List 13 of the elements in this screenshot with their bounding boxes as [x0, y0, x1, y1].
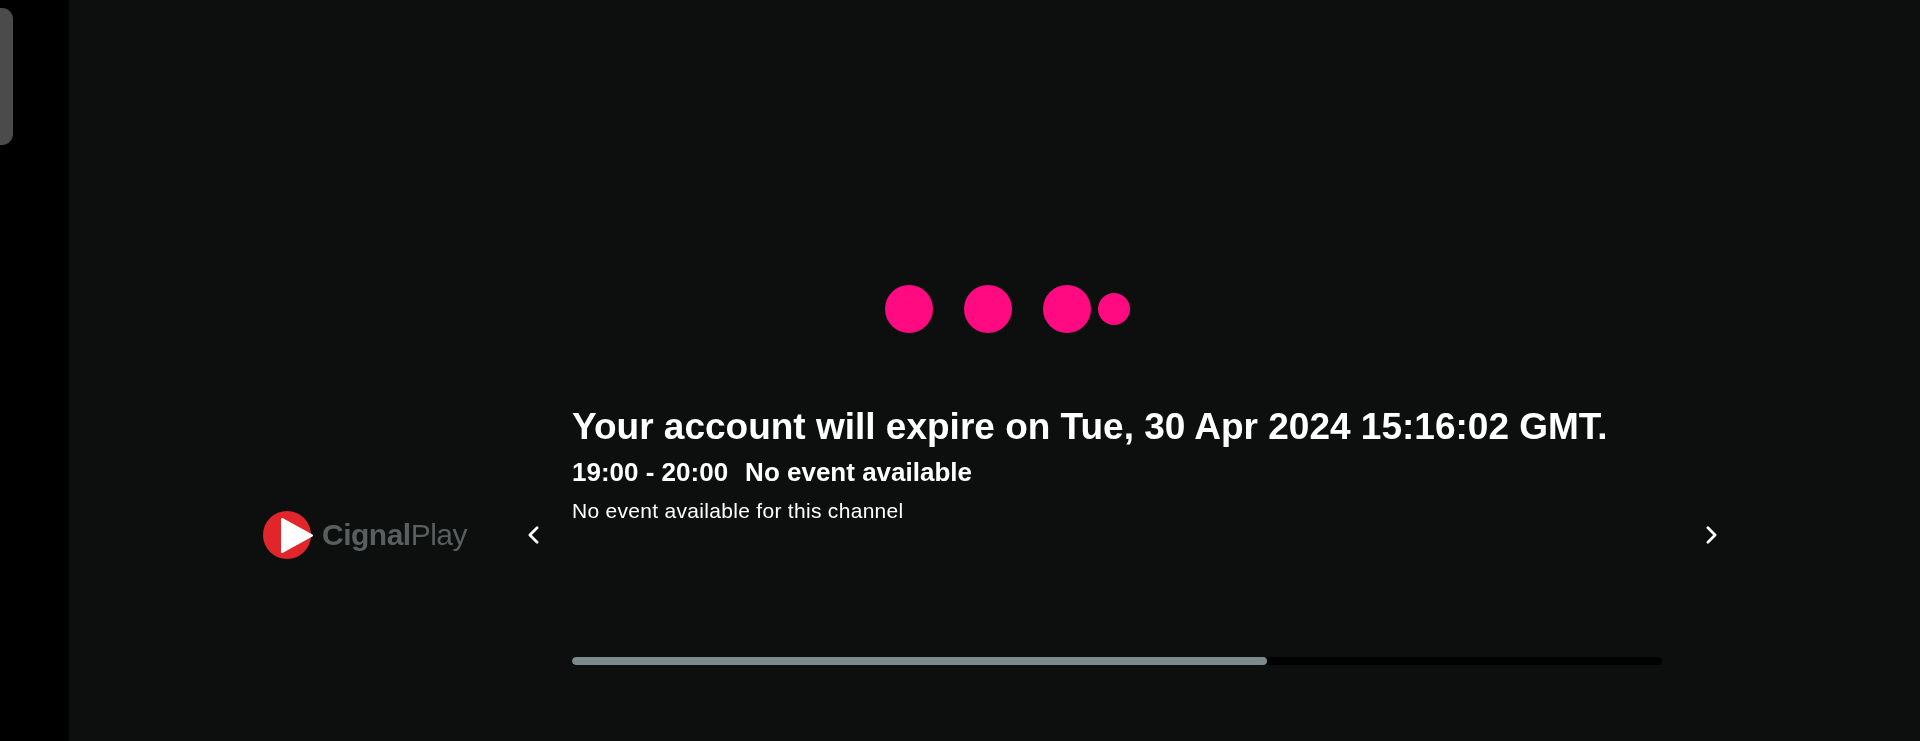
- loading-dot-icon: [1043, 285, 1091, 333]
- chevron-right-icon: [1705, 526, 1717, 544]
- program-time: 19:00 - 20:00: [572, 457, 729, 488]
- program-title: No event available: [745, 457, 972, 488]
- chevron-left-icon: [527, 526, 539, 544]
- edge-handle[interactable]: [0, 8, 13, 145]
- play-logo-icon: [263, 511, 313, 559]
- logo-text: CignalPlay: [322, 518, 468, 552]
- loading-dot-icon: [1098, 293, 1130, 325]
- loading-dot-icon: [964, 285, 1012, 333]
- loading-dot-icon: [885, 285, 933, 333]
- program-description: No event available for this channel: [572, 498, 905, 523]
- expiry-notice: Your account will expire on Tue, 30 Apr 2024 15:16:02 GMT.: [572, 405, 1609, 448]
